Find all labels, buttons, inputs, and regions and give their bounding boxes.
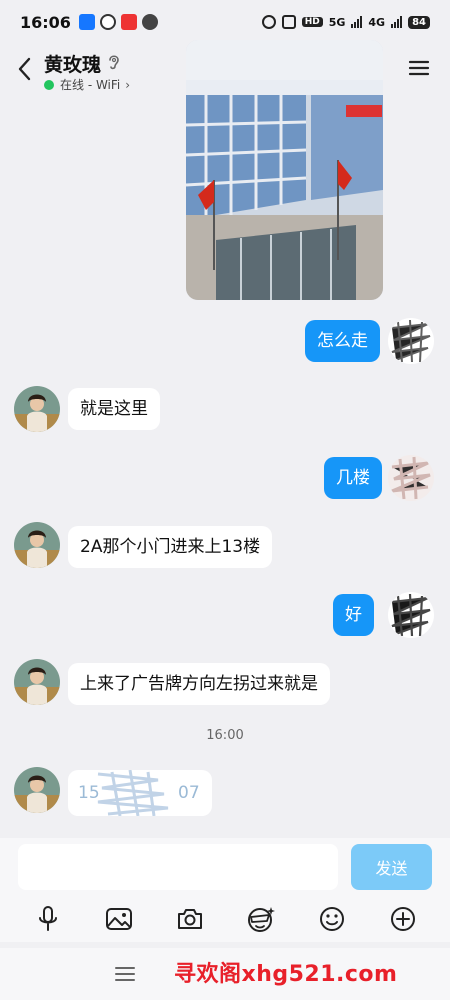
hd-badge: HD — [301, 17, 323, 27]
send-button[interactable]: 发送 — [351, 844, 432, 890]
contact-avatar[interactable] — [14, 522, 60, 568]
app-notification-icon — [120, 14, 137, 30]
contact-name[interactable]: 黄玫瑰 — [44, 50, 101, 77]
gallery-button[interactable] — [102, 902, 136, 936]
camera-button[interactable] — [173, 902, 207, 936]
watermark: 寻欢阁xhg521.com — [174, 962, 398, 987]
message-bubble-incoming[interactable]: 上来了广告牌方向左拐过来就是 — [68, 663, 330, 706]
my-avatar[interactable] — [388, 592, 434, 638]
wechat-notification-icon — [141, 14, 158, 30]
status-indicators: HD 5G 4G 84 — [261, 15, 430, 29]
message-bubble-incoming[interactable]: 就是这里 — [68, 388, 160, 431]
message-bubble-redacted[interactable]: 15 07 — [68, 770, 212, 816]
contact-avatar[interactable] — [14, 659, 60, 705]
app-notification-icon — [78, 14, 95, 30]
battery-level: 84 — [408, 15, 430, 29]
emoji-icon — [319, 907, 344, 931]
chevron-left-icon — [18, 57, 31, 81]
online-dot-icon — [44, 79, 54, 90]
input-toolbar — [0, 896, 450, 942]
message-bubble-outgoing[interactable]: 几楼 — [324, 457, 382, 500]
sync-notification-icon — [99, 14, 116, 30]
microphone-icon — [38, 906, 57, 931]
presence-status[interactable]: 在线 - WiFi › — [44, 76, 130, 93]
time-separator: 16:00 — [206, 728, 244, 743]
back-button[interactable] — [12, 54, 36, 84]
menu-button[interactable] — [408, 58, 430, 78]
composer: 发送 — [0, 838, 450, 896]
sticker-icon — [247, 907, 275, 932]
plus-icon — [390, 907, 415, 931]
ear-icon — [106, 52, 122, 72]
hamburger-menu-icon — [408, 60, 430, 76]
voice-button[interactable] — [31, 902, 65, 936]
sticker-button[interactable] — [244, 902, 278, 936]
signal-icon — [351, 16, 363, 28]
more-button[interactable] — [386, 902, 420, 936]
message-bubble-outgoing[interactable]: 好 — [333, 594, 374, 637]
image-icon — [105, 908, 132, 930]
status-bar: 16:06 HD 5G 4G 84 — [0, 0, 450, 44]
message-bubble-incoming[interactable]: 2A那个小门进来上13楼 — [68, 526, 273, 569]
nav-menu-button[interactable] — [114, 964, 136, 984]
system-nav-bar: 寻欢阁xhg521.com — [0, 948, 450, 1000]
presence-label: 在线 - WiFi — [60, 78, 121, 92]
emoji-button[interactable] — [315, 902, 349, 936]
chevron-right-icon: › — [125, 77, 131, 92]
signal-icon — [391, 16, 403, 28]
net-5g-label: 5G — [328, 15, 346, 29]
message-bubble-outgoing[interactable]: 怎么走 — [305, 320, 380, 363]
contact-avatar[interactable] — [14, 386, 60, 432]
vibrate-icon — [281, 15, 296, 29]
message-input[interactable] — [18, 844, 338, 890]
hamburger-menu-icon — [115, 967, 135, 981]
alarm-icon — [261, 15, 276, 29]
net-4g-label: 4G — [368, 15, 386, 29]
status-time: 16:06 — [20, 12, 71, 32]
contact-avatar[interactable] — [14, 767, 60, 813]
my-avatar[interactable] — [388, 455, 434, 501]
my-avatar[interactable] — [388, 318, 434, 364]
photo-message[interactable] — [186, 40, 383, 300]
redaction-scribble — [97, 770, 169, 816]
camera-icon — [177, 909, 202, 929]
